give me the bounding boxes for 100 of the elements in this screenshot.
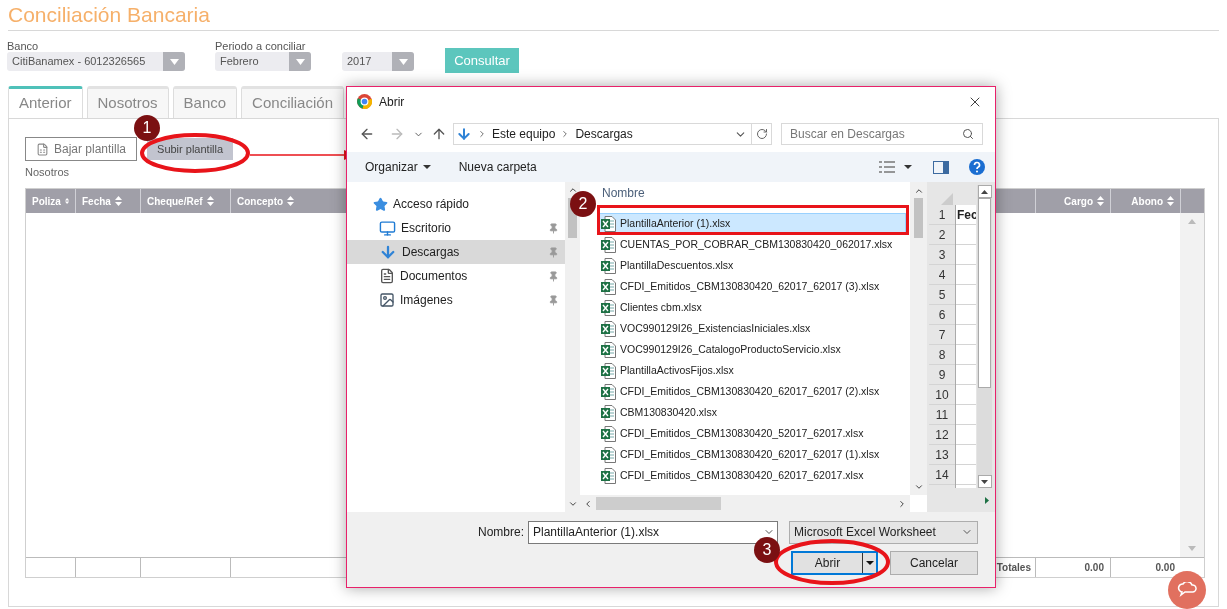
- image-icon: [379, 292, 395, 308]
- scroll-thumb[interactable]: [914, 198, 923, 238]
- open-button[interactable]: Abrir: [791, 551, 878, 575]
- search-field[interactable]: Buscar en Descargas: [781, 123, 983, 145]
- spreadsheet-icon: [36, 142, 49, 156]
- breadcrumb-item[interactable]: Descargas: [575, 125, 633, 143]
- scrollbar[interactable]: [1180, 213, 1204, 557]
- file-item[interactable]: CUENTAS_POR_COBRAR_CBM130830420_062017.xlsx: [598, 234, 906, 255]
- totals-label: Totales: [996, 561, 1031, 575]
- navigation-item[interactable]: Imágenes: [347, 288, 565, 312]
- navigation-item[interactable]: Descargas: [347, 240, 565, 264]
- scroll-thumb[interactable]: [596, 497, 721, 510]
- spreadsheet-file-icon: [601, 215, 616, 232]
- scrollbar[interactable]: [565, 182, 580, 512]
- dialog-title: Abrir: [379, 93, 405, 111]
- sort-icon: [1167, 196, 1174, 206]
- view-options-icon[interactable]: [879, 161, 895, 173]
- scroll-up-arrow-icon: [981, 189, 988, 194]
- up-folder-icon[interactable]: [431, 126, 447, 142]
- section-label: Nosotros: [25, 165, 70, 179]
- scroll-down-arrow-icon: [1188, 546, 1196, 551]
- cancel-button[interactable]: Cancelar: [890, 551, 978, 575]
- scroll-up-arrow-icon: [1188, 219, 1196, 224]
- tab[interactable]: Anterior: [8, 86, 83, 118]
- scrollbar[interactable]: [910, 182, 927, 495]
- back-icon[interactable]: [359, 126, 375, 142]
- spreadsheet-file-icon: [601, 362, 616, 379]
- file-item[interactable]: CFDI_Emitidos_CBM130830420_62017_62017 (2).xlsx: [598, 381, 906, 402]
- address-bar[interactable]: Este equipo Descargas: [453, 123, 772, 145]
- navigation-item[interactable]: Acceso rápido: [347, 192, 565, 216]
- spreadsheet-file-icon: [601, 320, 616, 337]
- file-item[interactable]: PlantillaActivosFijos.xlsx: [598, 360, 906, 381]
- spreadsheet-file-icon: [601, 236, 616, 253]
- breadcrumb-item[interactable]: Este equipo: [492, 125, 556, 143]
- navigation-item[interactable]: Documentos: [347, 264, 565, 288]
- new-folder-button[interactable]: Nueva carpeta: [458, 158, 537, 176]
- file-item[interactable]: CFDI_Emitidos_CBM130830420_62017_62017.xlsx: [598, 465, 906, 486]
- spreadsheet-file-icon: [601, 257, 616, 274]
- spreadsheet-file-icon: [601, 383, 616, 400]
- spreadsheet-file-icon: [601, 404, 616, 421]
- file-item[interactable]: PlantillaAnterior (1).xlsx: [598, 213, 906, 234]
- download-template-button[interactable]: Bajar plantilla: [25, 137, 138, 161]
- dropdown-arrow-icon: [398, 58, 408, 65]
- scrollbar[interactable]: [977, 185, 992, 488]
- field-label: Nombre:: [478, 524, 524, 541]
- sheet-next-icon: [985, 496, 989, 504]
- organize-menu-button[interactable]: Organizar: [365, 158, 431, 176]
- file-item[interactable]: CBM130830420.xlsx: [598, 402, 906, 423]
- caret-icon: [865, 561, 874, 565]
- file-item[interactable]: CFDI_Emitidos_CBM130830420_62017_62017 (1).xlsx: [598, 444, 906, 465]
- star-icon: [373, 196, 388, 212]
- caret-icon: [422, 165, 431, 169]
- sort-icon: [206, 196, 214, 206]
- forward-icon[interactable]: [389, 126, 405, 142]
- file-item[interactable]: CFDI_Emitidos_CBM130830420_62017_62017 (3).xlsx: [598, 276, 906, 297]
- file-item[interactable]: VOC990129I26_ExistenciasIniciales.xlsx: [598, 318, 906, 339]
- search-icon: [962, 128, 974, 140]
- sort-icon: [287, 196, 295, 206]
- dropdown-arrow-icon: [295, 58, 305, 65]
- help-icon[interactable]: [969, 159, 985, 175]
- select-field[interactable]: Febrero: [215, 52, 311, 71]
- file-item[interactable]: VOC990129I26_CatalogoProductoServicio.xlsx: [598, 339, 906, 360]
- filename-field[interactable]: PlantillaAnterior (1).xlsx: [528, 520, 778, 544]
- column-header[interactable]: Nombre: [602, 184, 645, 202]
- spreadsheet-file-icon: [601, 341, 616, 358]
- sort-icon: [114, 196, 122, 206]
- sort-icon: [1097, 196, 1104, 206]
- spreadsheet-file-icon: [601, 278, 616, 295]
- file-item[interactable]: CFDI_Emitidos_CBM130830420_52017_62017.xlsx: [598, 423, 906, 444]
- chat-button[interactable]: [1168, 571, 1206, 609]
- spreadsheet-file-icon: [601, 467, 616, 484]
- file-item[interactable]: PlantillaDescuentos.xlsx: [598, 255, 906, 276]
- dropdown-arrow-icon: [169, 58, 179, 65]
- select-field[interactable]: 2017: [342, 52, 414, 71]
- download-icon: [456, 126, 472, 142]
- breadcrumb-separator-icon: [477, 129, 487, 139]
- table-cell-text: 0.00: [1155, 561, 1175, 575]
- page-title: Conciliación Bancaria: [8, 2, 210, 29]
- select-field[interactable]: CitiBanamex - 6012326565: [7, 52, 185, 71]
- download-icon: [379, 243, 397, 261]
- table-cell-text: 0.00: [1084, 561, 1104, 575]
- document-icon: [379, 268, 395, 284]
- spreadsheet-file-icon: [601, 425, 616, 442]
- upload-template-button[interactable]: Subir plantilla: [147, 138, 234, 160]
- field-label: Banco: [7, 40, 40, 52]
- preview-pane-icon[interactable]: [933, 160, 949, 174]
- file-item[interactable]: Clientes cbm.xlsx: [598, 297, 906, 318]
- scroll-down-arrow-icon: [981, 479, 988, 484]
- sort-icon: [64, 196, 69, 206]
- spreadsheet-file-icon: [601, 446, 616, 463]
- dropdown-arrow-icon[interactable]: [904, 165, 912, 169]
- select-all-corner-icon: [941, 193, 953, 205]
- file-type-select[interactable]: Microsoft Excel Worksheet: [789, 520, 978, 544]
- field-label: Periodo a conciliar: [215, 40, 307, 52]
- desktop-icon: [379, 219, 396, 237]
- chat-bubbles-icon: [1176, 582, 1198, 598]
- browser-logo-icon: [357, 94, 372, 109]
- refresh-icon[interactable]: [755, 128, 768, 140]
- spreadsheet-file-icon: [601, 299, 616, 316]
- navigation-item[interactable]: Escritorio: [347, 216, 565, 240]
